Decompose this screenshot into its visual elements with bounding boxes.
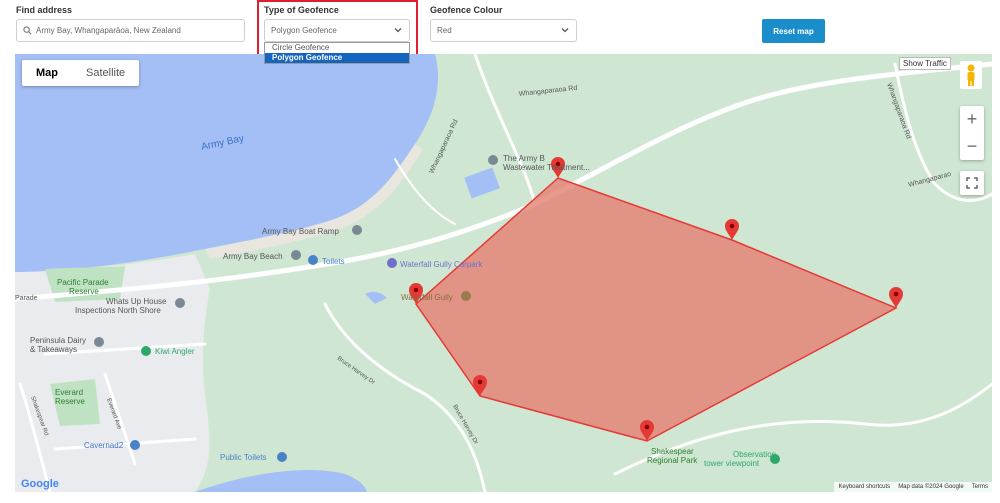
- cavernad-icon: [130, 440, 140, 450]
- wastewater-icon: [488, 155, 498, 165]
- sea-water-bottom: [195, 470, 367, 492]
- show-traffic-button[interactable]: Show Traffic: [899, 57, 951, 70]
- map-type-control: Map Satellite: [22, 60, 140, 86]
- map-label-whats-up-2: Inspections North Shore: [75, 306, 161, 315]
- map-label-everard-2: Reserve: [55, 397, 85, 406]
- map-label-observation-1: Observation: [733, 450, 776, 459]
- map-type-satellite-button[interactable]: Satellite: [72, 60, 139, 86]
- google-logo-text: Google: [21, 478, 59, 490]
- boat-ramp-icon: [352, 225, 362, 235]
- chevron-down-icon: [561, 28, 569, 33]
- pegman-icon: [967, 64, 975, 86]
- geofence-toolbar: Find address Army Bay, Whangaparāoa, New…: [0, 0, 1000, 54]
- map-label-boat-ramp: Army Bay Boat Ramp: [262, 227, 339, 236]
- option-circle-geofence[interactable]: Circle Geofence: [265, 43, 409, 53]
- map-label-beach: Army Bay Beach: [223, 252, 283, 261]
- map-label-shakespear-park-2: Regional Park: [647, 456, 698, 465]
- map-canvas[interactable]: Army Bay Whangaparaoa Rd Whangaparaoa Rd…: [15, 54, 992, 492]
- marker-pin-icon: [889, 287, 903, 308]
- map-label-parade: Parade: [15, 295, 38, 302]
- terms-link[interactable]: Terms: [972, 482, 988, 492]
- address-label: Find address: [16, 5, 73, 15]
- zoom-out-button[interactable]: −: [960, 133, 984, 160]
- map-type-map-button[interactable]: Map: [22, 60, 72, 86]
- zoom-control: + −: [960, 106, 984, 160]
- map-label-whangaparaoa-left: Whangaparaoa Rd: [428, 119, 459, 175]
- google-logo: Google: [21, 478, 59, 490]
- map-label-peninsula-2: & Takeaways: [30, 345, 77, 354]
- waterfall-icon: [461, 291, 471, 301]
- peninsula-dairy-icon: [94, 337, 104, 347]
- map-label-everard-1: Everard: [55, 388, 83, 397]
- address-input[interactable]: Army Bay, Whangaparāoa, New Zealand: [16, 19, 245, 42]
- public-toilets-icon: [277, 452, 287, 462]
- map-footer: Keyboard shortcuts Map data ©2024 Google…: [834, 482, 992, 492]
- map-label-whangaparaoa-right: Whangaparaoa Rd: [885, 82, 912, 140]
- marker-pin-icon: [725, 219, 739, 240]
- geofence-colour-value: Red: [437, 26, 452, 35]
- map-label-whangaparaoa-top: Whangaparaoa Rd: [518, 85, 577, 98]
- kiwi-angler-icon: [141, 346, 151, 356]
- address-value: Army Bay, Whangaparāoa, New Zealand: [36, 26, 181, 35]
- map-label-wastewater-1: The Army B: [503, 154, 545, 163]
- beach-icon: [291, 250, 301, 260]
- pond-small: [365, 291, 387, 304]
- map-label-pacific-1: Pacific Parade: [57, 278, 109, 287]
- whats-up-house-icon: [175, 298, 185, 308]
- reset-map-button[interactable]: Reset map: [762, 19, 825, 43]
- geofence-type-options: Circle Geofence Polygon Geofence: [264, 42, 410, 64]
- map-label-kiwi: Kiwi Angler: [155, 347, 195, 356]
- map-data-attribution: Map data ©2024 Google: [898, 484, 964, 490]
- polygon-geofence: [415, 177, 898, 442]
- geofence-colour-label: Geofence Colour: [430, 5, 503, 15]
- map-label-observation-2: tower viewpoint: [704, 459, 760, 468]
- map-graphics: Army Bay Whangaparaoa Rd Whangaparaoa Rd…: [15, 54, 992, 492]
- map-label-cavernad: Cavernad2: [84, 441, 124, 450]
- pond: [464, 167, 500, 199]
- parking-icon: [387, 258, 397, 268]
- map-label-shakespear-park-1: Shakespear: [651, 447, 694, 456]
- map-label-whats-up-1: Whats Up House: [106, 297, 167, 306]
- map-label-toilets: Toilets: [322, 257, 345, 266]
- map-label-public-toilets: Public Toilets: [220, 453, 267, 462]
- sea-water: [15, 54, 439, 272]
- toilets-icon: [308, 255, 318, 265]
- fullscreen-icon: [966, 177, 978, 189]
- map-label-waterfall: Waterfall Gully: [401, 293, 453, 302]
- fullscreen-button[interactable]: [960, 171, 984, 195]
- map-label-carpark: Waterfall Gully Carpark: [400, 260, 483, 269]
- zoom-in-button[interactable]: +: [960, 106, 984, 133]
- option-polygon-geofence[interactable]: Polygon Geofence: [265, 53, 409, 63]
- street-view-pegman[interactable]: [960, 61, 982, 89]
- geofence-colour-select[interactable]: Red: [430, 19, 577, 42]
- keyboard-shortcuts-link[interactable]: Keyboard shortcuts: [838, 482, 890, 492]
- map-label-peninsula-1: Peninsula Dairy: [30, 336, 86, 345]
- map-label-pacific-2: Reserve: [69, 287, 99, 296]
- map-label-wastewater-2: Wastewater Treatment...: [503, 163, 590, 172]
- search-icon: [23, 26, 32, 35]
